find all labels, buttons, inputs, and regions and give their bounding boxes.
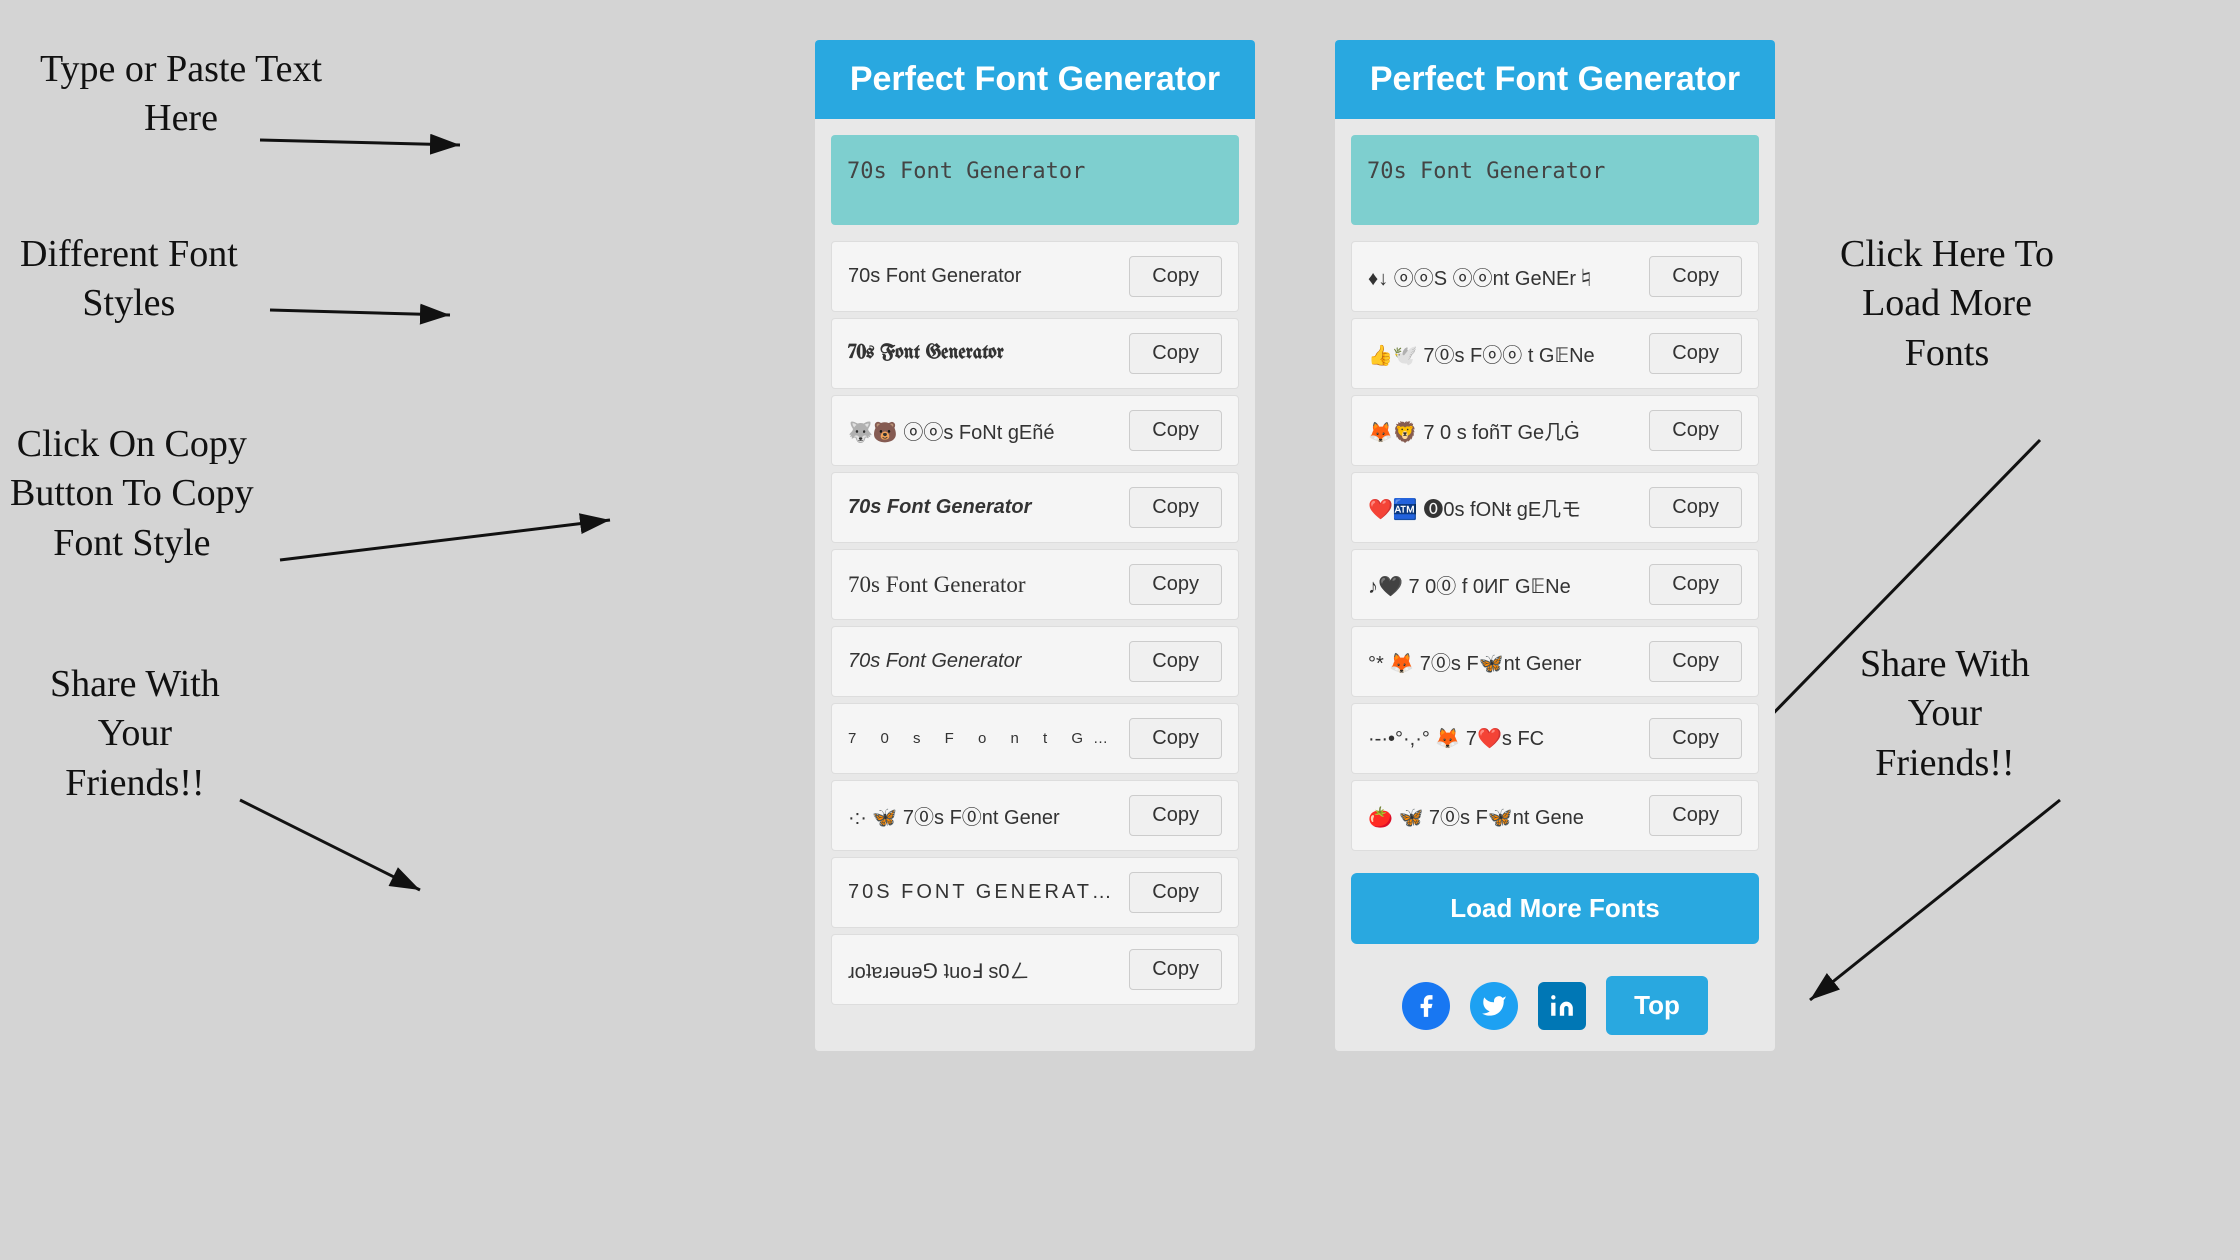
font-rows-left: 70s Font Generator Copy 70s Font Generat… xyxy=(815,241,1255,1011)
table-row: 70s Font Generator Copy xyxy=(831,549,1239,620)
copy-button[interactable]: Copy xyxy=(1649,718,1742,759)
top-button[interactable]: Top xyxy=(1606,976,1708,1035)
font-text: °* 🦊 7⓪s F🦋nt Gener xyxy=(1368,647,1637,676)
linkedin-share-button[interactable] xyxy=(1538,982,1586,1030)
table-row: ♪🖤 7 0⓪ f 0ИΓ G𝔼Ne Copy xyxy=(1351,549,1759,620)
copy-button[interactable]: Copy xyxy=(1129,718,1222,759)
font-text: ɹoʇɐɹǝuǝ⅁ ʇuoℲ s0ㄥ xyxy=(848,955,1117,984)
copy-button[interactable]: Copy xyxy=(1129,256,1222,297)
copy-button[interactable]: Copy xyxy=(1649,564,1742,605)
copy-button[interactable]: Copy xyxy=(1129,487,1222,528)
text-input-left[interactable]: 70s Font Generator xyxy=(831,135,1239,225)
table-row: 🦊🦁 7 0 s foñT Ge几Ġ Copy xyxy=(1351,395,1759,466)
table-row: °* 🦊 7⓪s F🦋nt Gener Copy xyxy=(1351,626,1759,697)
copy-button[interactable]: Copy xyxy=(1129,410,1222,451)
twitter-share-button[interactable] xyxy=(1470,982,1518,1030)
copy-button[interactable]: Copy xyxy=(1649,256,1742,297)
copy-button[interactable]: Copy xyxy=(1129,872,1222,913)
font-text: ·-·•°·,·° 🦊 7❤️s FC xyxy=(1368,726,1637,751)
annotation-copy: Click On CopyButton To CopyFont Style xyxy=(10,420,254,568)
copy-button[interactable]: Copy xyxy=(1129,564,1222,605)
copy-button[interactable]: Copy xyxy=(1129,333,1222,374)
table-row: 7 0 s F o n t G e n e Copy xyxy=(831,703,1239,774)
copy-button[interactable]: Copy xyxy=(1129,795,1222,836)
copy-button[interactable]: Copy xyxy=(1129,641,1222,682)
text-input-right[interactable]: 70s Font Generator xyxy=(1351,135,1759,225)
font-text: 70s Font Generator xyxy=(848,572,1117,598)
font-text: ·:· 🦋 7⓪s F⓪nt Gener xyxy=(848,801,1117,830)
font-text: ♦↓ ⓞⓞS ⓞⓞnt GeNEr♮ xyxy=(1368,262,1637,291)
font-text: 7 0 s F o n t G e n e xyxy=(848,730,1117,747)
font-text: 70s font generator xyxy=(848,881,1117,904)
panel-right-header: Perfect Font Generator xyxy=(1335,40,1775,119)
copy-button[interactable]: Copy xyxy=(1649,795,1742,836)
copy-button[interactable]: Copy xyxy=(1649,487,1742,528)
table-row: 70s Font Generator Copy xyxy=(831,626,1239,697)
panel-left-header: Perfect Font Generator xyxy=(815,40,1255,119)
table-row: 🐺🐻 ⓞⓞs FoNt gEñé Copy xyxy=(831,395,1239,466)
table-row: ɹoʇɐɹǝuǝ⅁ ʇuoℲ s0ㄥ Copy xyxy=(831,934,1239,1005)
copy-button[interactable]: Copy xyxy=(1649,641,1742,682)
load-more-button[interactable]: Load More Fonts xyxy=(1351,873,1759,944)
font-text: 🐺🐻 ⓞⓞs FoNt gEñé xyxy=(848,416,1117,445)
font-text: 70s Font Generator xyxy=(848,496,1117,519)
annotation-type: Type or Paste TextHere xyxy=(40,45,322,144)
font-text: 70s Font Generator xyxy=(848,265,1117,288)
table-row: ♦↓ ⓞⓞS ⓞⓞnt GeNEr♮ Copy xyxy=(1351,241,1759,312)
font-text: 👍🕊️ 7⓪s Fⓞⓞ t G𝔼Ne xyxy=(1368,339,1637,368)
copy-button[interactable]: Copy xyxy=(1649,333,1742,374)
font-rows-right: ♦↓ ⓞⓞS ⓞⓞnt GeNEr♮ Copy 👍🕊️ 7⓪s Fⓞⓞ t G𝔼… xyxy=(1335,241,1775,857)
copy-button[interactable]: Copy xyxy=(1649,410,1742,451)
table-row: 70s Font Generator Copy xyxy=(831,472,1239,543)
table-row: ·-·•°·,·° 🦊 7❤️s FC Copy xyxy=(1351,703,1759,774)
panel-right: Perfect Font Generator 70s Font Generato… xyxy=(1335,40,1775,1051)
font-text: ❤️🏧 ⓿0s fONŧ gЕ几モ xyxy=(1368,493,1637,522)
table-row: 70s Font Generator Copy xyxy=(831,241,1239,312)
social-share-row: Top xyxy=(1335,960,1775,1051)
annotation-styles: Different FontStyles xyxy=(20,230,238,329)
font-text: 70s Font Generator xyxy=(848,343,1117,364)
font-text: 70s Font Generator xyxy=(848,650,1117,673)
table-row: 70s font generator Copy xyxy=(831,857,1239,928)
table-row: ❤️🏧 ⓿0s fONŧ gЕ几モ Copy xyxy=(1351,472,1759,543)
panel-left: Perfect Font Generator 70s Font Generato… xyxy=(815,40,1255,1051)
font-text: 🦊🦁 7 0 s foñT Ge几Ġ xyxy=(1368,416,1637,445)
font-text: 🍅 🦋 7⓪s F🦋nt Gene xyxy=(1368,801,1637,830)
table-row: 👍🕊️ 7⓪s Fⓞⓞ t G𝔼Ne Copy xyxy=(1351,318,1759,389)
annotation-share-left: Share WithYourFriends!! xyxy=(50,660,220,808)
table-row: 🍅 🦋 7⓪s F🦋nt Gene Copy xyxy=(1351,780,1759,851)
table-row: 70s Font Generator Copy xyxy=(831,318,1239,389)
facebook-share-button[interactable] xyxy=(1402,982,1450,1030)
panels-container: Perfect Font Generator 70s Font Generato… xyxy=(350,0,2240,1091)
copy-button[interactable]: Copy xyxy=(1129,949,1222,990)
font-text: ♪🖤 7 0⓪ f 0ИΓ G𝔼Ne xyxy=(1368,570,1637,599)
table-row: ·:· 🦋 7⓪s F⓪nt Gener Copy xyxy=(831,780,1239,851)
